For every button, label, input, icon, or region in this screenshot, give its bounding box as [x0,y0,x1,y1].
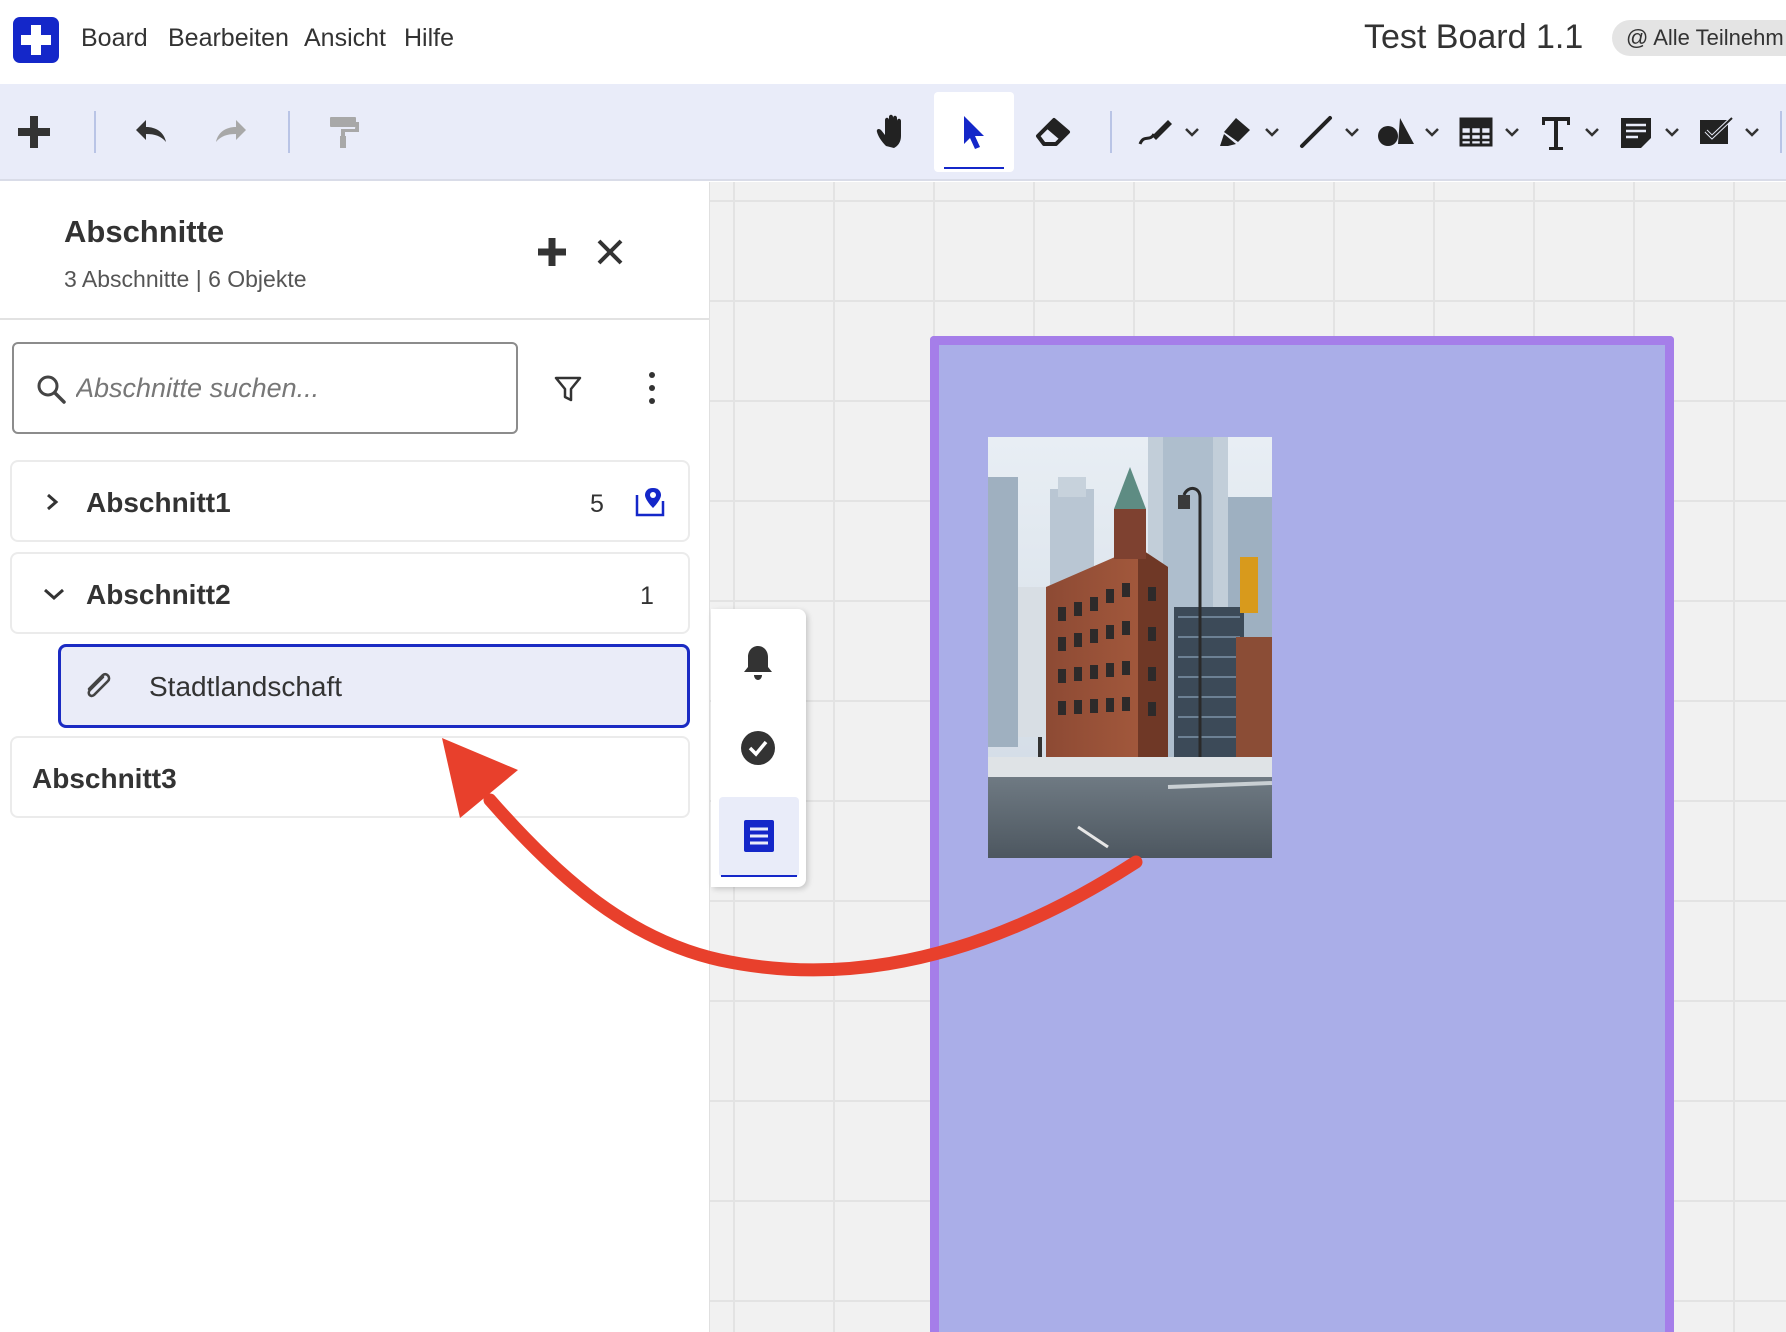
section-row-abschnitt1[interactable]: Abschnitt1 5 [10,460,690,542]
app-logo-icon[interactable] [13,17,59,63]
text-icon[interactable] [1536,112,1576,152]
divider [0,318,710,320]
checkbox-icon[interactable] [1696,114,1736,150]
section-count: 5 [590,490,604,518]
toolbar [0,84,1786,181]
add-section-button[interactable] [536,236,568,273]
line-icon[interactable] [1296,114,1336,150]
sections-panel: Abschnitte 3 Abschnitte | 6 Objekte Absc… [0,182,710,1332]
menu-bearbeiten[interactable]: Bearbeiten [168,24,289,53]
chevron-down-icon[interactable] [1184,124,1200,140]
list-icon [744,820,774,852]
close-panel-button[interactable] [596,238,624,271]
filter-icon [554,376,582,402]
search-icon [37,375,66,404]
section-count: 1 [640,582,654,610]
chevron-right-icon[interactable] [42,492,62,512]
menu-ansicht[interactable]: Ansicht [304,24,386,53]
paperclip-icon [87,672,111,698]
chevron-down-icon[interactable] [1584,124,1600,140]
more-options-button[interactable] [646,370,658,411]
redo-icon[interactable] [212,114,252,150]
format-painter-icon[interactable] [326,114,362,150]
section-label: Abschnitt1 [86,487,231,518]
locate-on-map-icon[interactable] [634,486,666,518]
pen-icon[interactable] [1136,114,1176,150]
panel-subtitle: 3 Abschnitte | 6 Objekte [64,266,307,292]
section-row-abschnitt3[interactable]: Abschnitt3 [10,736,690,818]
select-pointer-icon[interactable] [956,112,992,152]
search-input[interactable] [76,362,496,414]
check-circle-icon[interactable] [739,729,777,767]
item-label: Stadtlandschaft [149,671,343,702]
chevron-down-icon[interactable] [1264,124,1280,140]
city-photo[interactable] [988,437,1272,858]
participants-button[interactable]: @ Alle Teilnehm [1612,20,1786,56]
section-item-stadtlandschaft[interactable]: Stadtlandschaft [58,644,690,728]
marker-icon[interactable] [1216,114,1256,150]
menu-board[interactable]: Board [81,24,148,53]
more-vertical-icon [649,372,655,404]
menu-bar: Board Bearbeiten Ansicht Hilfe Test Boar… [0,0,1786,84]
chevron-down-icon[interactable] [1504,124,1520,140]
sections-list-button[interactable] [719,797,799,877]
search-box[interactable] [12,342,518,434]
side-rail [711,609,806,887]
shapes-icon[interactable] [1376,114,1416,150]
bell-icon[interactable] [739,643,777,683]
chevron-down-icon[interactable] [1344,124,1360,140]
undo-icon[interactable] [130,114,170,150]
menu-hilfe[interactable]: Hilfe [404,24,454,53]
section-label: Abschnitt2 [86,579,231,610]
section-label: Abschnitt3 [32,763,177,794]
filter-button[interactable] [553,374,583,409]
add-icon[interactable] [16,114,52,150]
section-row-abschnitt2[interactable]: Abschnitt2 1 [10,552,690,634]
chevron-down-icon[interactable] [1664,124,1680,140]
board-title[interactable]: Test Board 1.1 [1364,18,1583,57]
panel-title: Abschnitte [64,214,225,249]
chevron-down-icon[interactable] [1424,124,1440,140]
eraser-icon[interactable] [1034,114,1074,150]
chevron-down-icon[interactable] [42,584,66,604]
note-icon[interactable] [1616,114,1656,150]
close-icon [597,239,623,265]
plus-icon [538,238,566,266]
table-icon[interactable] [1456,114,1496,150]
chevron-down-icon[interactable] [1744,124,1760,140]
hand-icon[interactable] [874,112,914,152]
